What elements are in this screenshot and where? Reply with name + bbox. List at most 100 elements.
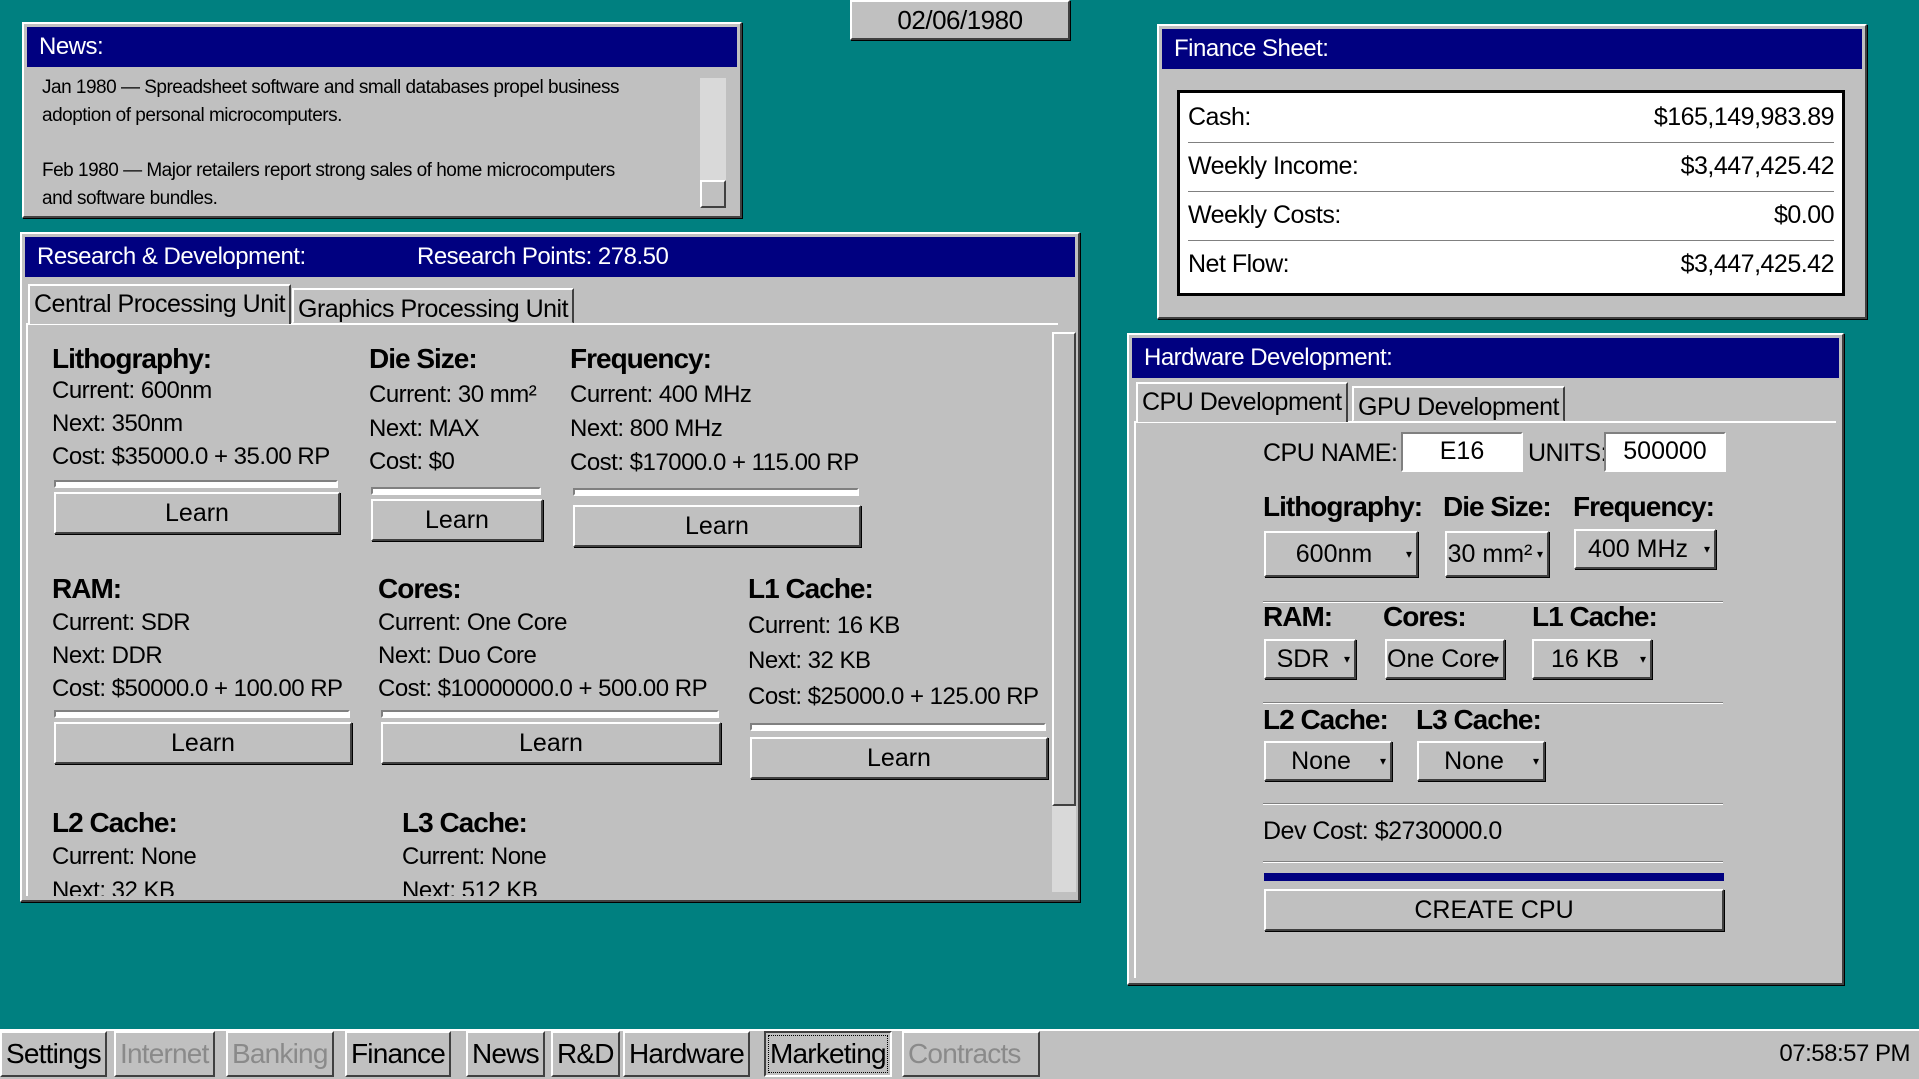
tab-cpu-development[interactable]: CPU Development [1136,382,1348,422]
tab-label: Central Processing Unit [34,290,286,318]
divider [1263,803,1723,805]
taskbar-button-label: Hardware [629,1038,745,1069]
news-item-line: Jan 1980 — Spreadsheet software and smal… [42,77,620,98]
research-progress-bar [371,487,541,495]
learn-button[interactable]: Learn [371,499,543,541]
dev-progress-bar [1264,873,1724,881]
news-title: News: [27,27,737,67]
taskbar-button-label: Contracts [908,1038,1021,1069]
research-progress-bar [54,710,350,718]
l3-cache-label: L3 Cache: [1416,704,1542,735]
news-item-line: adoption of personal microcomputers. [42,105,342,126]
die-size-select[interactable]: 30 mm² ▾ [1445,531,1549,577]
learn-button[interactable]: Learn [54,492,340,534]
units-label: UNITS: [1528,439,1607,467]
research-progress-bar [573,488,859,496]
rnd-item-next: Next: 800 MHz [570,415,723,442]
taskbar-button-finance[interactable]: Finance [345,1031,452,1077]
dropdown-arrow-icon: ▾ [1536,547,1543,561]
rnd-scrollbar-thumb[interactable] [1052,332,1076,806]
rnd-item-cost: Cost: $50000.0 + 100.00 RP [52,675,343,702]
die-size-label: Die Size: [1443,491,1552,522]
l1-cache-select[interactable]: 16 KB ▾ [1532,639,1652,679]
finance-title: Finance Sheet: [1162,29,1862,69]
finance-label: Net Flow: [1188,250,1290,278]
rnd-item-name: L2 Cache: [52,807,178,838]
dropdown-arrow-icon: ▾ [1405,547,1412,561]
tab-central-processing-unit[interactable]: Central Processing Unit [28,284,292,324]
date-display: 02/06/1980 [850,0,1070,40]
units-input[interactable]: 500000 [1604,432,1726,472]
learn-button[interactable]: Learn [573,505,861,547]
research-progress-bar [381,710,719,718]
rnd-item-name: Lithography: [52,343,212,374]
learn-button-label: Learn [685,512,749,540]
rnd-item-next: Next: 32 KB [748,647,871,674]
tab-gpu-development[interactable]: GPU Development [1352,386,1565,422]
rnd-titlebar: Research & Development: Research Points:… [25,237,1075,277]
taskbar-button-label: Settings [6,1038,102,1069]
news-window: News: Jan 1980 — Spreadsheet software an… [22,22,742,218]
cores-select[interactable]: One Core ▾ [1385,639,1505,679]
rnd-item-current: Current: 400 MHz [570,381,752,408]
tab-label: GPU Development [1358,393,1559,421]
finance-label: Weekly Costs: [1188,201,1341,229]
frequency-label: Frequency: [1573,491,1715,522]
l2-cache-select[interactable]: None ▾ [1264,741,1392,781]
rnd-item-name: Frequency: [570,343,712,374]
ram-select[interactable]: SDR ▾ [1264,639,1356,679]
cpu-name-input[interactable]: E16 [1401,432,1523,472]
tab-graphics-processing-unit[interactable]: Graphics Processing Unit [292,288,575,324]
select-value: 30 mm² [1447,540,1533,568]
finance-label: Cash: [1188,103,1251,131]
learn-button[interactable]: Learn [381,722,721,764]
taskbar-button-label: Internet [120,1038,209,1069]
news-scrollbar[interactable] [700,78,726,208]
rnd-item-cost: Cost: $10000000.0 + 500.00 RP [378,675,708,702]
select-value: SDR [1276,645,1330,673]
finance-value: $3,447,425.42 [1680,152,1835,180]
rnd-item-cost: Cost: $25000.0 + 125.00 RP [748,683,1039,710]
taskbar-button-label: Banking [232,1038,328,1069]
rnd-item-current: Current: None [52,843,197,870]
news-scrollbar-thumb[interactable] [700,180,726,208]
taskbar-button-banking[interactable]: Banking [226,1031,334,1077]
date-text: 02/06/1980 [897,5,1023,35]
create-cpu-button[interactable]: CREATE CPU [1264,889,1724,931]
taskbar-button-marketing[interactable]: Marketing [764,1031,892,1077]
dropdown-arrow-icon: ▾ [1343,652,1350,666]
taskbar-button-rnd[interactable]: R&D [551,1031,620,1077]
taskbar-button-hardware[interactable]: Hardware [623,1031,750,1077]
rnd-item-current: Current: None [402,843,547,870]
rnd-tab-panel: Lithography: Current: 600nm Next: 350nm … [26,323,1058,896]
taskbar-button-news[interactable]: News [466,1031,545,1077]
learn-button[interactable]: Learn [750,737,1048,779]
finance-label: Weekly Income: [1188,152,1359,180]
learn-button[interactable]: Learn [54,722,352,764]
rnd-item-next: Next: MAX [369,415,480,442]
taskbar-button-contracts[interactable]: Contracts [902,1031,1040,1077]
finance-value: $0.00 [1773,201,1835,229]
rnd-item-name: Cores: [378,573,462,604]
rnd-scrollbar[interactable] [1052,332,1076,892]
taskbar-button-settings[interactable]: Settings [0,1031,107,1077]
taskbar-button-internet[interactable]: Internet [114,1031,215,1077]
lithography-select[interactable]: 600nm ▾ [1264,531,1418,577]
l3-cache-select[interactable]: None ▾ [1417,741,1545,781]
learn-button-label: Learn [171,729,235,757]
rnd-item-name: Die Size: [369,343,478,374]
rnd-item-current: Current: 30 mm² [369,381,537,408]
hw-tab-panel: CPU NAME: E16 UNITS: 500000 Lithography:… [1134,421,1836,978]
select-value: 16 KB [1550,645,1620,673]
finance-row: Weekly Income: $3,447,425.42 [1188,142,1835,192]
research-progress-bar [54,480,338,488]
dropdown-arrow-icon: ▾ [1703,542,1710,556]
rnd-item-next: Next: 350nm [52,410,183,437]
learn-button-label: Learn [165,499,229,527]
dropdown-arrow-icon: ▾ [1492,652,1499,666]
select-value: 400 MHz [1587,535,1689,563]
finance-row: Weekly Costs: $0.00 [1188,191,1835,241]
rnd-window: Research & Development: Research Points:… [20,232,1080,902]
frequency-select[interactable]: 400 MHz ▾ [1574,529,1716,569]
news-item-line: and software bundles. [42,188,218,209]
